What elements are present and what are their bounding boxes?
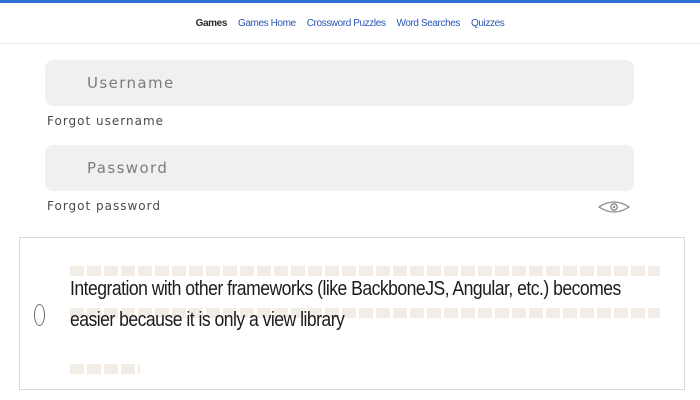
- answer-option-text: Integration with other frameworks (like …: [70, 278, 621, 331]
- nav-item-games-home[interactable]: Games Home: [238, 18, 296, 29]
- answer-option-card[interactable]: Integration with other frameworks (like …: [19, 237, 685, 390]
- eye-icon[interactable]: [597, 200, 631, 214]
- nav-item-word-searches[interactable]: Word Searches: [396, 18, 460, 29]
- nav-item-games[interactable]: Games: [196, 18, 228, 29]
- username-input[interactable]: [87, 74, 634, 92]
- username-field-container: [45, 60, 634, 106]
- nav-item-crossword-puzzles[interactable]: Crossword Puzzles: [307, 18, 386, 29]
- password-field-container: [45, 145, 634, 191]
- forgot-username-link[interactable]: Forgot username: [47, 114, 164, 128]
- answer-radio-button[interactable]: [34, 304, 45, 326]
- bleed-through-artifact: [70, 364, 140, 374]
- top-navigation: Games Games Home Crossword Puzzles Word …: [0, 3, 700, 44]
- password-input[interactable]: [87, 159, 634, 177]
- forgot-password-link[interactable]: Forgot password: [47, 199, 161, 213]
- nav-item-quizzes[interactable]: Quizzes: [471, 18, 505, 29]
